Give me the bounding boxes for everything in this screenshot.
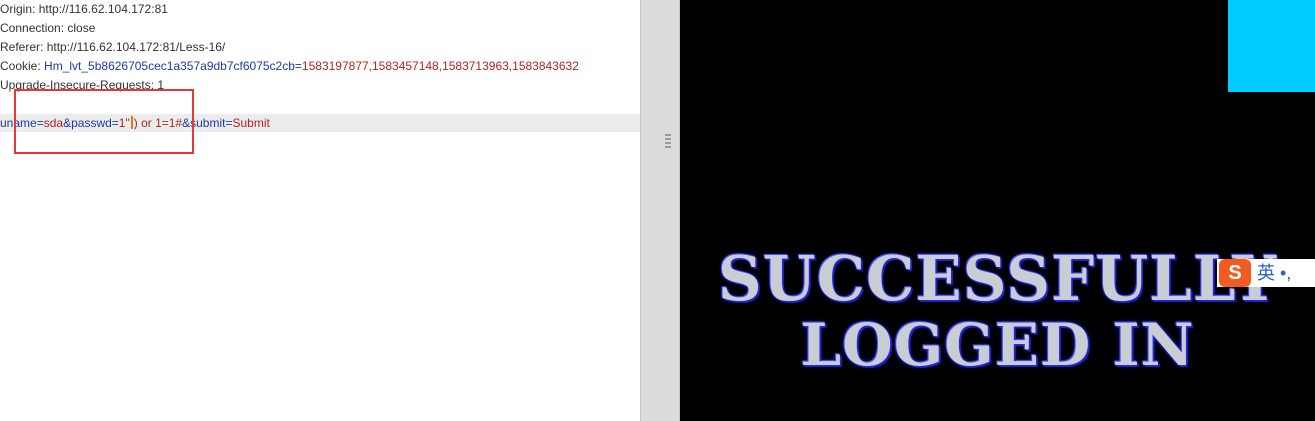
header-name: Connection xyxy=(0,21,61,35)
ime-logo-icon[interactable]: S xyxy=(1219,259,1251,287)
header-origin: Origin: http://116.62.104.172:81 xyxy=(0,0,168,18)
header-separator: : xyxy=(32,2,39,16)
header-value: http://116.62.104.172:81 xyxy=(38,2,168,16)
ime-language-toggle[interactable]: 英 xyxy=(1257,259,1275,287)
pane-splitter[interactable] xyxy=(640,0,680,421)
header-name: Origin xyxy=(0,2,33,16)
cookie-name: Hm_lvt_5b8626705cec1a357a9db7cf6075c2cb xyxy=(44,59,295,73)
param-name-submit: submit xyxy=(190,116,226,130)
cookie-value: 1583197877,1583457148,1583713963,1583843… xyxy=(301,59,579,73)
param-value-submit: Submit xyxy=(232,116,270,130)
header-connection: Connection: close xyxy=(0,19,95,37)
page-image-block xyxy=(1228,0,1315,92)
header-cookie: Cookie: Hm_lvt_5b8626705cec1a357a9db7cf6… xyxy=(0,57,579,75)
cookie-equals: = xyxy=(294,59,302,73)
payload-highlight-box xyxy=(14,89,194,154)
request-editor[interactable]: Origin: http://116.62.104.172:81 Connect… xyxy=(0,0,640,421)
header-name: Cookie xyxy=(0,59,38,73)
header-referer: Referer: http://116.62.104.172:81/Less-1… xyxy=(0,38,225,56)
success-banner-line-1: SUCCESSFULLY xyxy=(717,242,1278,315)
response-render: SUCCESSFULLY LOGGED IN xyxy=(680,0,1315,421)
header-separator: : xyxy=(40,40,47,54)
ime-punctuation-toggle[interactable]: •, xyxy=(1280,259,1291,287)
header-value: http://116.62.104.172:81/Less-16/ xyxy=(46,40,226,54)
success-banner-line-2: LOGGED IN xyxy=(800,311,1195,379)
header-name: Referer xyxy=(0,40,41,54)
splitter-grip-icon[interactable] xyxy=(665,134,671,152)
ime-toolbar[interactable]: S 英 •, xyxy=(1217,259,1315,287)
header-value: close xyxy=(67,21,96,35)
